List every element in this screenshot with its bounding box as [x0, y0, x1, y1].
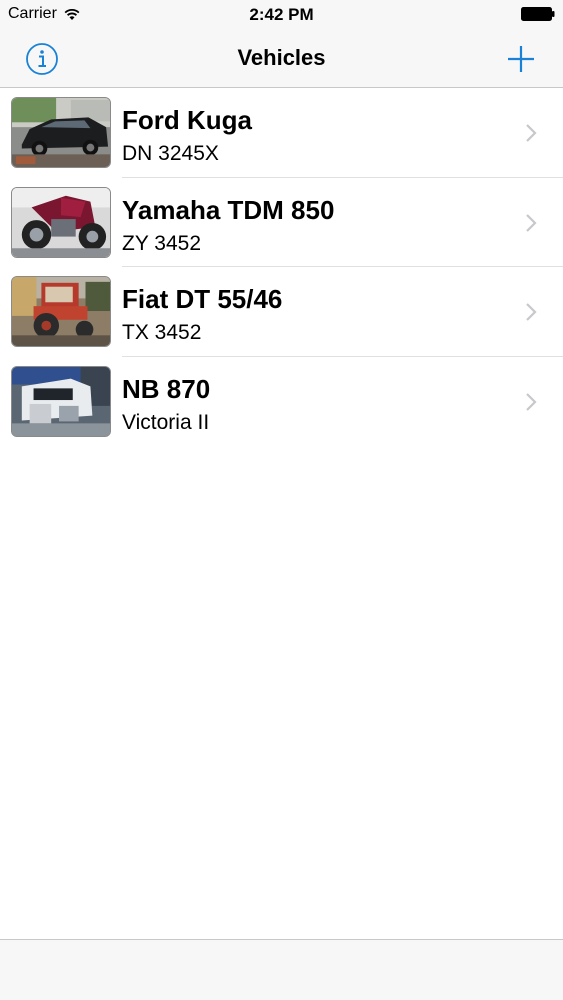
vehicle-row-ford-kuga[interactable]: Ford Kuga DN 3245X — [0, 88, 563, 178]
battery-icon — [521, 7, 555, 21]
chevron-right-icon — [526, 303, 537, 321]
vehicle-name: Yamaha TDM 850 — [122, 194, 335, 225]
vehicle-subtitle: Victoria II — [122, 410, 210, 434]
vehicle-subtitle: ZY 3452 — [122, 231, 202, 255]
app-screen: Carrier 2:42 PM Vehicles Ford Kuga DN 32… — [0, 0, 563, 1000]
navigation-bar: Vehicles — [0, 30, 563, 88]
vehicle-row-fiat-dt-55-46[interactable]: Fiat DT 55/46 TX 3452 — [0, 267, 563, 357]
status-time: 2:42 PM — [249, 5, 314, 24]
vehicle-subtitle: TX 3452 — [122, 321, 202, 344]
car-photo — [11, 97, 111, 168]
plus-icon[interactable] — [503, 41, 539, 77]
vehicle-row-nb-870[interactable]: NB 870 Victoria II — [0, 357, 563, 447]
status-bar: Carrier 2:42 PM — [0, 0, 563, 30]
vehicle-subtitle: DN 3245X — [122, 142, 219, 165]
bottom-toolbar — [0, 939, 563, 1000]
vehicle-name: Fiat DT 55/46 — [122, 284, 283, 314]
vehicle-list: Ford Kuga DN 3245X Yamaha TDM 850 ZY 345… — [0, 88, 563, 446]
chevron-right-icon — [526, 213, 537, 232]
page-title: Vehicles — [237, 45, 326, 70]
vehicle-name: NB 870 — [122, 373, 211, 404]
motorcycle-photo — [11, 186, 111, 258]
chevron-right-icon — [526, 392, 537, 411]
tractor-photo — [11, 276, 111, 347]
vehicle-name: Ford Kuga — [122, 105, 252, 135]
vehicle-row-yamaha-tdm-850[interactable]: Yamaha TDM 850 ZY 3452 — [0, 178, 563, 268]
chevron-right-icon — [526, 124, 537, 142]
boat-photo — [11, 365, 111, 437]
